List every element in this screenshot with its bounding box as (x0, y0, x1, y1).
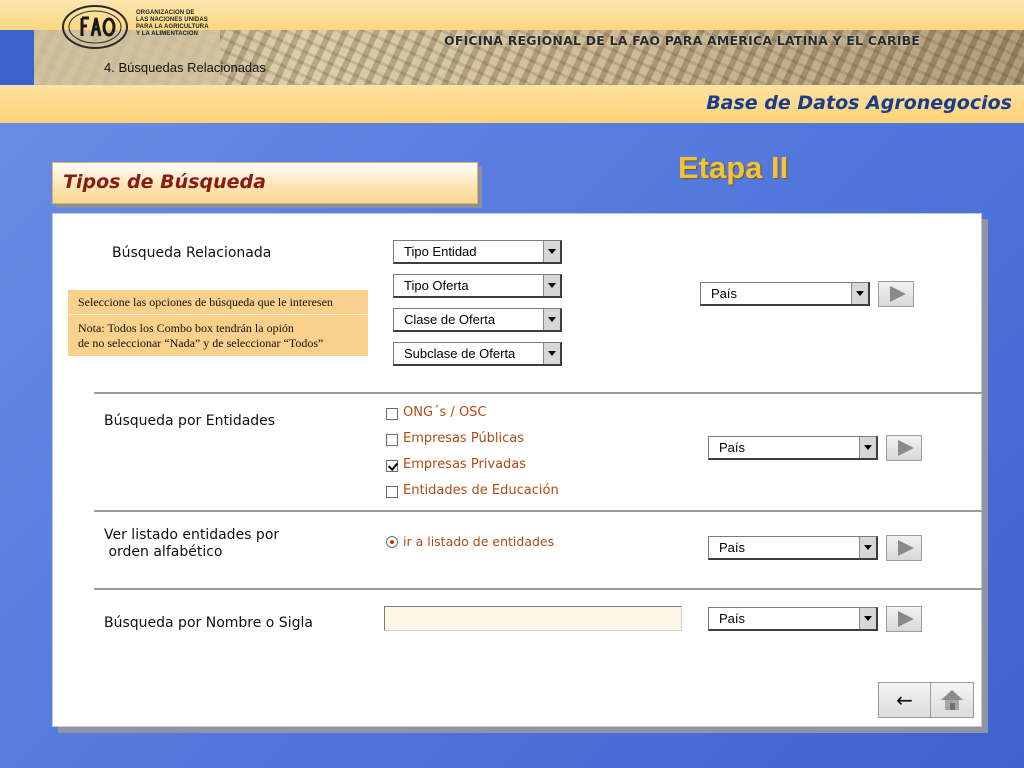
section-divider (94, 510, 982, 512)
offer-type-combo[interactable]: Tipo Oferta (393, 274, 562, 298)
play-arrow-icon (898, 440, 914, 456)
fao-logo-icon (62, 5, 128, 49)
radio-alphabetical-list[interactable] (386, 536, 398, 548)
back-arrow-icon: ← (896, 688, 913, 712)
org-name: ORGANIZACION DE LAS NACIONES UNIDAS PARA… (136, 10, 209, 37)
name-search-go-button[interactable] (886, 606, 922, 632)
back-button[interactable]: ← (879, 683, 931, 717)
banner-blue-block (0, 30, 34, 85)
entity-search-go-button[interactable] (886, 435, 922, 461)
related-search-label: Búsqueda Relacionada (112, 245, 272, 261)
breadcrumb: 4. Búsquedas Relacionadas (104, 60, 266, 75)
chevron-down-icon[interactable] (543, 309, 560, 330)
name-search-input[interactable] (384, 606, 682, 631)
home-button[interactable] (931, 683, 973, 717)
play-arrow-icon (898, 540, 914, 556)
chevron-down-icon[interactable] (543, 275, 560, 296)
alphabetical-list-label-line1: Ver listado entidades por (104, 527, 280, 543)
alphabetical-country-combo[interactable]: País (708, 536, 878, 560)
play-arrow-icon (890, 286, 906, 302)
note-separator (68, 314, 368, 315)
entity-type-combo[interactable]: Tipo Entidad (393, 240, 562, 264)
offer-subclass-combo[interactable]: Subclase de Oferta (393, 342, 562, 366)
database-title: Base de Datos Agronegocios (706, 92, 1012, 114)
chevron-down-icon[interactable] (859, 537, 876, 558)
instructions-note: Seleccione las opciones de búsqueda que … (68, 290, 368, 356)
related-search-go-button[interactable] (878, 281, 914, 307)
alphabetical-list-go-button[interactable] (886, 535, 922, 561)
chevron-down-icon[interactable] (859, 608, 876, 629)
section-divider (94, 392, 982, 394)
name-search-country-combo[interactable]: País (708, 607, 878, 631)
related-country-combo[interactable]: País (700, 282, 870, 306)
offer-class-combo[interactable]: Clase de Oferta (393, 308, 562, 332)
chevron-down-icon[interactable] (851, 283, 868, 304)
section-tab: Tipos de Búsqueda (52, 162, 478, 204)
home-icon (941, 690, 963, 710)
bottom-navigation: ← (878, 682, 974, 718)
chevron-down-icon[interactable] (543, 343, 560, 364)
name-search-label: Búsqueda por Nombre o Sigla (104, 615, 313, 631)
section-divider (94, 588, 982, 590)
section-tab-label: Tipos de Búsqueda (63, 171, 266, 193)
alphabetical-list-label-line2: orden alfabético (104, 544, 223, 560)
checkbox-empresas-privadas[interactable] (386, 460, 398, 472)
office-title: OFICINA REGIONAL DE LA FAO PARA AMERICA … (444, 33, 921, 48)
chevron-down-icon[interactable] (543, 241, 560, 262)
stage-title: Etapa II (678, 150, 789, 185)
chevron-down-icon[interactable] (859, 437, 876, 458)
entity-country-combo[interactable]: País (708, 436, 878, 460)
entity-search-label: Búsqueda por Entidades (104, 413, 276, 429)
checkbox-entidades-educacion[interactable] (386, 486, 398, 498)
play-arrow-icon (898, 611, 914, 627)
checkbox-ong-osc[interactable] (386, 408, 398, 420)
checkbox-empresas-publicas[interactable] (386, 434, 398, 446)
